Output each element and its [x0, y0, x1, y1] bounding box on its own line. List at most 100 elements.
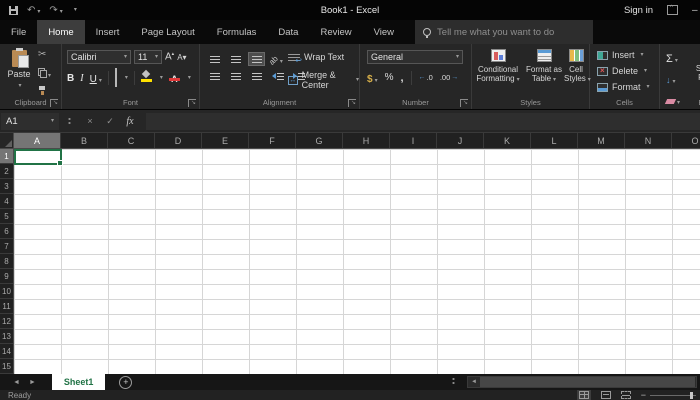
center-icon[interactable] [227, 69, 244, 83]
column-header-L[interactable]: L [531, 133, 578, 148]
column-header-F[interactable]: F [249, 133, 296, 148]
row-header-11[interactable]: 11 [0, 299, 13, 314]
merge-center-button[interactable]: ↔ Merge & Center ▾ [288, 70, 359, 90]
tell-me-box[interactable]: Tell me what you want to do [415, 20, 594, 44]
sheet-tab-sheet1[interactable]: Sheet1 [51, 374, 106, 390]
row-header-2[interactable]: 2 [0, 164, 13, 179]
number-format-combo[interactable]: General ▾ [367, 50, 463, 64]
orientation-button[interactable]: ab▾ [267, 50, 283, 68]
percent-style-icon[interactable]: % [385, 72, 394, 83]
column-header-I[interactable]: I [390, 133, 437, 148]
column-header-B[interactable]: B [61, 133, 108, 148]
paste-dropdown-icon[interactable]: ▾ [18, 83, 21, 89]
zoom-slider[interactable] [650, 391, 696, 399]
decrease-decimal-icon[interactable]: .00 → [440, 73, 458, 82]
zoom-out-icon[interactable]: − [641, 390, 646, 400]
tab-file[interactable]: File [0, 20, 37, 44]
row-header-14[interactable]: 14 [0, 344, 13, 359]
conditional-formatting-button[interactable]: Conditional Formatting ▾ [474, 49, 522, 83]
insert-function-icon[interactable]: fx [120, 116, 140, 127]
clipboard-dialog-launcher-icon[interactable]: ↘ [50, 99, 58, 107]
tab-home[interactable]: Home [37, 20, 85, 44]
scroll-left-icon[interactable]: ◄ [468, 379, 480, 385]
row-header-6[interactable]: 6 [0, 224, 13, 239]
formula-input[interactable] [146, 112, 700, 130]
redo-icon[interactable]: ↷ ▾ [49, 5, 62, 16]
format-painter-icon[interactable] [38, 86, 47, 95]
selected-cell-a1[interactable] [14, 149, 63, 166]
paste-button[interactable]: Paste ▾ [4, 48, 34, 89]
delete-button[interactable]: Delete▾ [597, 66, 647, 76]
scrollbar-thumb[interactable] [479, 376, 695, 387]
scrollbar-track[interactable]: ◄ [467, 375, 697, 388]
sign-in-button[interactable]: Sign in [624, 5, 653, 16]
font-size-combo[interactable]: 11 ▾ [134, 50, 162, 64]
alignment-dialog-launcher-icon[interactable]: ↘ [348, 99, 356, 107]
format-as-table-button[interactable]: Format as Table ▾ [524, 49, 564, 83]
comma-style-icon[interactable]: , [400, 72, 403, 84]
decrease-font-size-icon[interactable]: A▾ [177, 53, 186, 62]
copy-button[interactable]: ▾ [38, 64, 51, 82]
name-box[interactable]: A1 ▾ [1, 112, 59, 130]
tab-view[interactable]: View [363, 20, 405, 44]
fill-button[interactable]: ↓ ▾ [666, 70, 680, 88]
row-header-1[interactable]: 1 [0, 149, 13, 164]
row-header-8[interactable]: 8 [0, 254, 13, 269]
borders-button[interactable] [114, 68, 117, 87]
column-header-J[interactable]: J [437, 133, 484, 148]
row-header-10[interactable]: 10 [0, 284, 13, 299]
cell-area[interactable] [14, 149, 700, 374]
sheet-nav-left-icon[interactable]: ◄ [13, 379, 20, 386]
row-header-4[interactable]: 4 [0, 194, 13, 209]
row-header-15[interactable]: 15 [0, 359, 13, 374]
new-sheet-icon[interactable]: + [119, 375, 133, 389]
customize-qat-icon[interactable]: ▾ [74, 7, 77, 13]
middle-align-icon[interactable] [227, 52, 244, 66]
sort-filter-button[interactable]: AZ Sort & Filter [690, 49, 700, 82]
select-all-corner[interactable] [0, 133, 14, 149]
ribbon-display-options-icon[interactable] [667, 5, 678, 15]
column-header-D[interactable]: D [155, 133, 202, 148]
row-header-13[interactable]: 13 [0, 329, 13, 344]
zoom-slider-handle[interactable] [690, 391, 693, 399]
column-header-A[interactable]: A [14, 133, 61, 148]
column-header-M[interactable]: M [578, 133, 625, 148]
increase-decimal-icon[interactable]: ← .0 [419, 73, 433, 82]
tab-formulas[interactable]: Formulas [206, 20, 268, 44]
column-header-N[interactable]: N [625, 133, 672, 148]
fill-color-button[interactable] [140, 69, 152, 87]
row-header-7[interactable]: 7 [0, 239, 13, 254]
insert-button[interactable]: Insert ▾ [597, 50, 644, 60]
formula-bar-resize-handle[interactable] [68, 116, 71, 126]
save-icon[interactable] [9, 5, 18, 15]
number-dialog-launcher-icon[interactable]: ↘ [460, 99, 468, 107]
row-header-3[interactable]: 3 [0, 179, 13, 194]
align-right-icon[interactable] [248, 69, 265, 83]
page-break-view-icon[interactable] [620, 391, 631, 399]
column-header-O[interactable]: O [672, 133, 700, 148]
cut-icon[interactable]: ✂ [38, 50, 46, 60]
row-header-12[interactable]: 12 [0, 314, 13, 329]
minimize-button[interactable]: – [692, 5, 700, 16]
increase-font-size-icon[interactable]: A▴ [165, 51, 174, 62]
column-header-K[interactable]: K [484, 133, 531, 148]
top-align-icon[interactable] [206, 52, 223, 66]
row-header-9[interactable]: 9 [0, 269, 13, 284]
cancel-icon[interactable]: × [80, 116, 100, 126]
page-layout-view-icon[interactable] [600, 391, 611, 399]
row-header-5[interactable]: 5 [0, 209, 13, 224]
font-dialog-launcher-icon[interactable]: ↘ [188, 99, 196, 107]
column-header-G[interactable]: G [296, 133, 343, 148]
sheet-nav-right-icon[interactable]: ► [29, 379, 36, 386]
tab-page-layout[interactable]: Page Layout [130, 20, 205, 44]
decrease-indent-icon[interactable] [269, 69, 286, 83]
enter-icon[interactable]: ✓ [100, 116, 120, 127]
autosum-button[interactable]: Σ ▾ [666, 49, 680, 67]
bold-button[interactable]: B [67, 73, 74, 84]
italic-button[interactable]: I [80, 73, 83, 84]
column-header-C[interactable]: C [108, 133, 155, 148]
column-header-E[interactable]: E [202, 133, 249, 148]
normal-view-button[interactable] [576, 390, 591, 400]
font-color-button[interactable]: A [168, 69, 180, 87]
align-left-icon[interactable] [206, 69, 223, 83]
